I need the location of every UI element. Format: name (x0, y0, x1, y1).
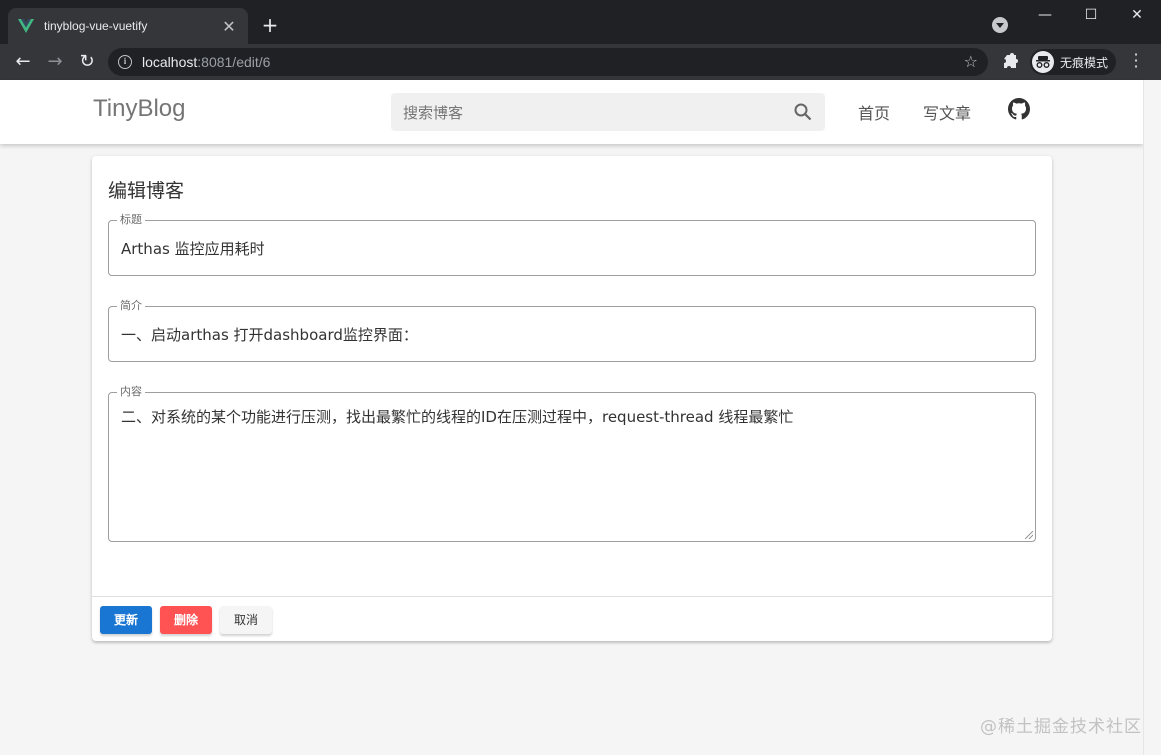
content-field-label: 内容 (117, 385, 145, 399)
new-tab-button[interactable]: + (258, 14, 282, 38)
content-field-value: 二、对系统的某个功能进行压测，找出最繁忙的线程的ID在压测过程中，request… (121, 408, 794, 426)
resize-handle-icon[interactable] (1025, 531, 1033, 539)
bookmark-star-icon[interactable]: ☆ (964, 52, 978, 71)
minimize-button[interactable]: — (1022, 4, 1068, 26)
card-actions: 更新 删除 取消 (92, 596, 1052, 641)
vue-logo-icon (18, 18, 34, 34)
browser-tab[interactable]: tinyblog-vue-vuetify ✕ (8, 8, 248, 44)
browser-menu-icon[interactable]: · · · (1128, 47, 1144, 75)
extensions-puzzle-icon[interactable] (1000, 52, 1020, 72)
url-host: localhost (142, 54, 198, 70)
incognito-icon (1032, 51, 1054, 73)
nav-home-link[interactable]: 首页 (858, 100, 890, 124)
page-title: 编辑博客 (108, 180, 185, 202)
brand-title[interactable]: TinyBlog (93, 95, 185, 123)
app-bar: TinyBlog 搜索博客 首页 写文章 (0, 80, 1143, 144)
search-input[interactable]: 搜索博客 (391, 93, 825, 131)
github-icon[interactable] (1008, 98, 1030, 120)
url-path: :8081/edit/6 (197, 54, 271, 70)
edit-card: 编辑博客 标题 Arthas 监控应用耗时 简介 一、启动arthas 打开da… (92, 156, 1052, 641)
content-textarea[interactable]: 内容 二、对系统的某个功能进行压测，找出最繁忙的线程的ID在压测过程中，requ… (108, 385, 1036, 542)
close-window-button[interactable]: ✕ (1114, 4, 1160, 26)
watermark: @稀土掘金技术社区 (980, 717, 1142, 737)
tab-title: tinyblog-vue-vuetify (44, 19, 148, 33)
forward-arrow-icon[interactable]: → (42, 50, 68, 74)
cancel-button[interactable]: 取消 (220, 606, 272, 634)
address-bar[interactable]: i localhost:8081/edit/6 ☆ (108, 48, 988, 76)
site-info-icon[interactable]: i (118, 55, 132, 69)
browser-toolbar: ← → ↻ i localhost:8081/edit/6 ☆ 无痕模式 · · · (0, 44, 1161, 80)
delete-button[interactable]: 删除 (160, 606, 212, 634)
reload-icon[interactable]: ↻ (74, 50, 100, 74)
back-arrow-icon[interactable]: ← (10, 50, 36, 74)
search-placeholder: 搜索博客 (403, 103, 464, 122)
maximize-button[interactable]: ☐ (1068, 4, 1114, 26)
update-button[interactable]: 更新 (100, 606, 152, 634)
summary-field-value: 一、启动arthas 打开dashboard监控界面： (121, 326, 418, 344)
title-field-value: Arthas 监控应用耗时 (121, 240, 265, 258)
page-scrollbar[interactable] (1143, 80, 1161, 755)
tab-close-icon[interactable]: ✕ (220, 17, 238, 36)
title-field-label: 标题 (117, 213, 145, 227)
title-field[interactable]: 标题 Arthas 监控应用耗时 (108, 213, 1036, 276)
search-icon[interactable] (793, 102, 813, 122)
incognito-label: 无痕模式 (1060, 55, 1109, 70)
summary-field-label: 简介 (117, 299, 145, 313)
browser-tabstrip: tinyblog-vue-vuetify ✕ + — ☐ ✕ (0, 0, 1161, 44)
summary-field[interactable]: 简介 一、启动arthas 打开dashboard监控界面： (108, 299, 1036, 362)
tab-search-icon[interactable] (992, 17, 1008, 33)
incognito-badge[interactable]: 无痕模式 (1030, 49, 1117, 75)
nav-write-link[interactable]: 写文章 (923, 100, 971, 124)
